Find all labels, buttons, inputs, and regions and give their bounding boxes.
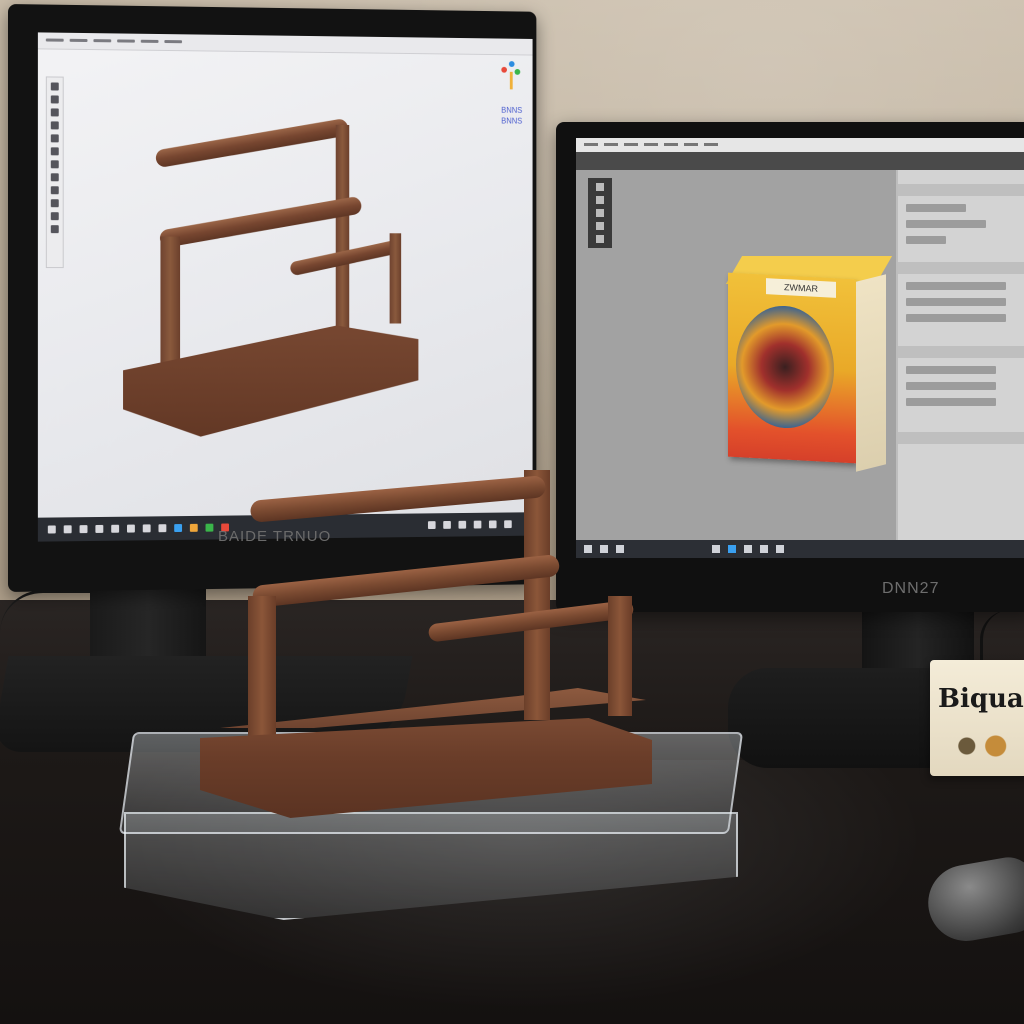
editor-options-bar[interactable] [576,152,1024,170]
tool-icon[interactable] [50,186,59,195]
wood-rack-back-post [524,470,550,720]
tool-icon[interactable] [50,134,59,143]
tool-icon[interactable] [596,235,604,243]
wood-rack-side-post [608,596,632,716]
tool-icon[interactable] [50,121,59,130]
render-rack-post [389,233,402,324]
tool-icon[interactable] [50,225,59,234]
tool-icon[interactable] [50,173,59,182]
tool-icon[interactable] [50,108,59,117]
tool-icon[interactable] [50,95,59,104]
render-rack-middle-rod [158,195,363,249]
tool-icon[interactable] [596,183,604,191]
editor-side-panel[interactable] [896,170,1024,558]
tool-icon[interactable] [596,222,604,230]
left-monitor-screen: BNNS BNNS [37,32,533,542]
tool-icon[interactable] [596,196,604,204]
wood-rack-front-post [248,596,276,756]
tool-icon[interactable] [50,199,59,208]
tool-icon[interactable] [596,209,604,217]
tool-icon[interactable] [50,160,59,169]
render-rack-top-rod [154,117,350,169]
right-taskbar[interactable] [576,540,1024,558]
product-box-label: Biqua [938,684,1024,714]
render-rack-post [335,124,350,332]
editor-menubar[interactable] [576,138,1024,152]
tool-icon[interactable] [50,212,59,221]
right-monitor-brand: DNN27 [882,580,940,597]
left-monitor-brand: BAIDE TRNUO [218,528,332,545]
cad-toolbar[interactable] [45,76,64,269]
product-box-artwork [944,726,1020,766]
app-logo-text: BNNS BNNS [501,105,523,126]
cad-menubar[interactable] [37,32,533,56]
app-logo-icon [501,61,521,90]
packaging-box-side [856,274,886,472]
tool-icon[interactable] [50,82,59,91]
tool-icon[interactable] [50,147,59,156]
editor-toolbox[interactable] [588,178,612,248]
